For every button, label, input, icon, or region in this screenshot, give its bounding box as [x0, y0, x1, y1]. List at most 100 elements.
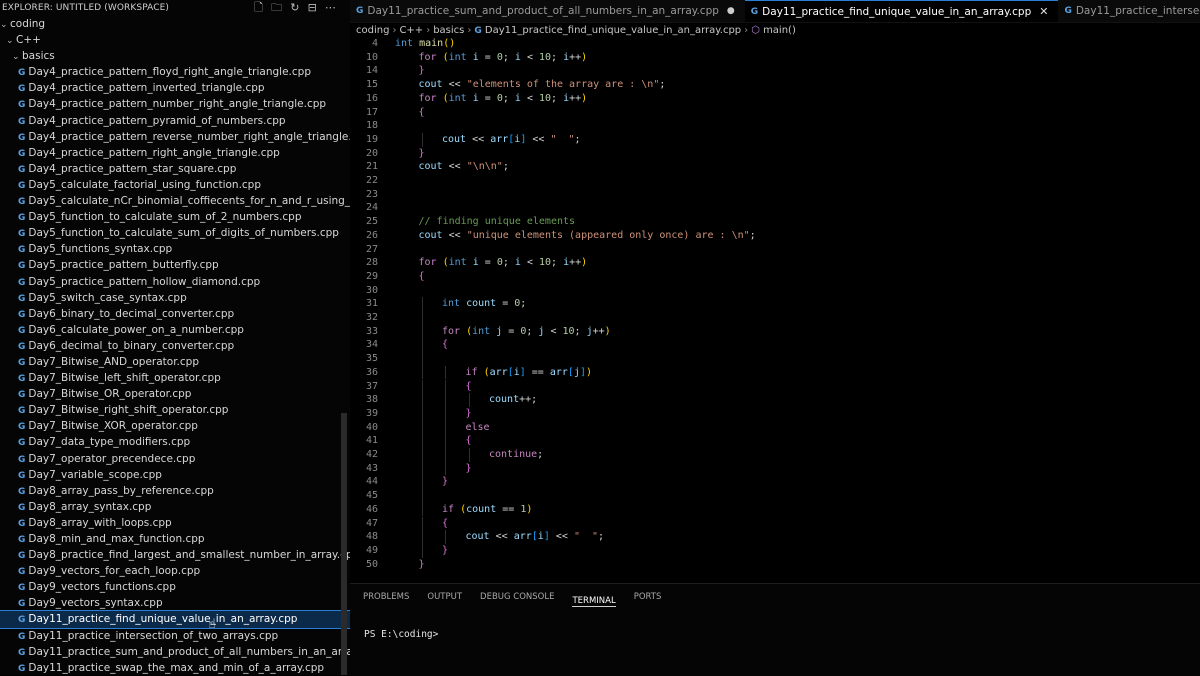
file-item[interactable]: G Day11_practice_sum_and_product_of_all_n…: [0, 644, 350, 660]
file-item[interactable]: G Day5_functions_syntax.cpp: [0, 241, 350, 257]
file-label: Day7_variable_scope.cpp: [28, 468, 162, 481]
code-line[interactable]: continue;: [489, 448, 543, 462]
file-item[interactable]: G Day11_practice_swap_the_max_and_min_of_…: [0, 660, 350, 675]
file-item[interactable]: G Day11_practice_find_unique_value_in_an_…: [0, 610, 350, 629]
file-item[interactable]: G Day4_practice_pattern_inverted_triangle…: [0, 80, 350, 96]
line-number: 39: [365, 407, 378, 419]
file-item[interactable]: G Day8_array_syntax.cpp: [0, 499, 350, 515]
file-item[interactable]: G Day11_practice_intersection_of_two_arra…: [0, 628, 350, 644]
breadcrumb-item[interactable]: main(): [763, 25, 796, 36]
file-item[interactable]: G Day9_vectors_functions.cpp: [0, 579, 350, 595]
file-item[interactable]: G Day4_practice_pattern_reverse_number_ri…: [0, 129, 350, 145]
new-folder-icon[interactable]: 🗀: [271, 0, 282, 16]
file-item[interactable]: G Day7_Bitwise_XOR_operator.cpp: [0, 418, 350, 434]
breadcrumb-item[interactable]: basics: [433, 25, 464, 36]
file-item[interactable]: G Day5_practice_pattern_hollow_diamond.cp…: [0, 274, 350, 290]
editor-tab[interactable]: GDay11_practice_intersection_of_two_arra…: [1058, 0, 1200, 22]
file-item[interactable]: G Day4_practice_pattern_pyramid_of_number…: [0, 113, 350, 129]
file-item[interactable]: G Day4_practice_pattern_floyd_right_angle…: [0, 64, 350, 80]
file-item[interactable]: G Day5_calculate_nCr_binomial_coffiecents…: [0, 193, 350, 209]
code-line[interactable]: {: [419, 270, 425, 284]
line-number: 50: [365, 558, 378, 570]
sidebar-scrollbar[interactable]: [341, 413, 347, 675]
code-line[interactable]: int main(): [395, 37, 455, 51]
close-icon[interactable]: ✕: [1039, 1, 1048, 22]
more-icon[interactable]: ⋯: [325, 0, 336, 16]
file-item[interactable]: G Day8_array_with_loops.cpp: [0, 515, 350, 531]
folder-cpp[interactable]: ⌄ C++: [0, 32, 350, 48]
panel-tab-debug-console[interactable]: DEBUG CONSOLE: [480, 584, 554, 610]
code-line[interactable]: for (int i = 0; i < 10; i++): [419, 256, 588, 270]
file-item[interactable]: G Day7_Bitwise_AND_operator.cpp: [0, 354, 350, 370]
code-line[interactable]: }: [466, 407, 472, 421]
file-item[interactable]: G Day6_binary_to_decimal_converter.cpp: [0, 306, 350, 322]
file-item[interactable]: G Day7_Bitwise_left_shift_operator.cpp: [0, 370, 350, 386]
code-line[interactable]: {: [466, 380, 472, 394]
file-item[interactable]: G Day5_switch_case_syntax.cpp: [0, 290, 350, 306]
file-label: Day8_array_with_loops.cpp: [28, 516, 172, 529]
code-line[interactable]: if (count == 1): [442, 503, 532, 517]
code-line[interactable]: cout << "unique elements (appeared only …: [419, 229, 756, 243]
code-line[interactable]: }: [419, 558, 425, 572]
code-line[interactable]: else: [466, 421, 490, 435]
code-line[interactable]: for (int i = 0; i < 10; i++): [419, 51, 588, 65]
code-line[interactable]: count++;: [489, 393, 537, 407]
code-line[interactable]: {: [442, 338, 448, 352]
code-line[interactable]: cout << arr[i] << " ";: [442, 133, 581, 147]
code-line[interactable]: }: [442, 475, 448, 489]
code-line[interactable]: {: [442, 517, 448, 531]
code-line[interactable]: for (int j = 0; j < 10; j++): [442, 325, 611, 339]
terminal-prompt[interactable]: PS E:\coding>: [364, 629, 438, 640]
file-item[interactable]: G Day7_Bitwise_OR_operator.cpp: [0, 386, 350, 402]
code-line[interactable]: for (int i = 0; i < 10; i++): [419, 92, 588, 106]
code-line[interactable]: {: [419, 106, 425, 120]
file-item[interactable]: G Day7_operator_precendece.cpp: [0, 451, 350, 467]
file-item[interactable]: G Day7_data_type_modifiers.cpp: [0, 434, 350, 450]
collapse-icon[interactable]: ⊟: [308, 0, 317, 16]
file-item[interactable]: G Day8_min_and_max_function.cpp: [0, 531, 350, 547]
folder-coding[interactable]: ⌄ coding: [0, 16, 350, 32]
breadcrumb-item[interactable]: Day11_practice_find_unique_value_in_an_a…: [485, 25, 741, 36]
panel-tab-ports[interactable]: PORTS: [634, 584, 662, 610]
file-item[interactable]: G Day5_calculate_factorial_using_function…: [0, 177, 350, 193]
folder-basics[interactable]: ⌄ basics: [0, 48, 350, 64]
file-item[interactable]: G Day7_Bitwise_right_shift_operator.cpp: [0, 402, 350, 418]
panel-tab-output[interactable]: OUTPUT: [427, 584, 462, 610]
code-line[interactable]: cout << "elements of the array are : \n"…: [419, 78, 666, 92]
panel-tab-terminal[interactable]: TERMINAL: [572, 588, 616, 607]
code-line[interactable]: int count = 0;: [442, 297, 526, 311]
file-item[interactable]: G Day4_practice_pattern_star_square.cpp: [0, 161, 350, 177]
file-item[interactable]: G Day8_array_pass_by_reference.cpp: [0, 483, 350, 499]
file-item[interactable]: G Day4_practice_pattern_right_angle_trian…: [0, 145, 350, 161]
file-item[interactable]: G Day8_practice_find_largest_and_smallest…: [0, 547, 350, 563]
file-item[interactable]: G Day6_decimal_to_binary_converter.cpp: [0, 338, 350, 354]
editor-tab[interactable]: G Day11_practice_find_unique_value_in_an_…: [744, 0, 1059, 22]
code-line[interactable]: }: [442, 544, 448, 558]
code-line[interactable]: }: [419, 64, 425, 78]
editor-tab[interactable]: G Day11_practice_sum_and_product_of_all_n…: [350, 0, 745, 22]
new-file-icon[interactable]: 🗋: [254, 0, 263, 16]
file-item[interactable]: G Day4_practice_pattern_number_right_angl…: [0, 96, 350, 112]
file-item[interactable]: G Day5_practice_pattern_butterfly.cpp: [0, 257, 350, 273]
file-item[interactable]: G Day6_calculate_power_on_a_number.cpp: [0, 322, 350, 338]
code-line[interactable]: cout << arr[i] << " ";: [466, 530, 605, 544]
file-item[interactable]: G Day5_function_to_calculate_sum_of_digit…: [0, 225, 350, 241]
code-line[interactable]: {: [466, 434, 472, 448]
code-line[interactable]: }: [466, 462, 472, 476]
code-line[interactable]: }: [419, 147, 425, 161]
breadcrumb-item[interactable]: coding: [356, 25, 389, 36]
file-item[interactable]: G Day7_variable_scope.cpp: [0, 467, 350, 483]
file-item[interactable]: G Day9_vectors_for_each_loop.cpp: [0, 563, 350, 579]
unsaved-dot-icon[interactable]: ●: [727, 0, 735, 22]
line-number: 26: [365, 229, 378, 241]
panel-tab-problems[interactable]: PROBLEMS: [363, 584, 409, 610]
file-item[interactable]: G Day9_vectors_syntax.cpp: [0, 595, 350, 611]
file-label: Day6_calculate_power_on_a_number.cpp: [28, 323, 244, 336]
breadcrumb-item[interactable]: C++: [399, 25, 423, 36]
refresh-icon[interactable]: ↻: [290, 0, 299, 16]
file-item[interactable]: G Day5_function_to_calculate_sum_of_2_num…: [0, 209, 350, 225]
code-editor[interactable]: 4 int main() 10 for (int i = 0; i < 10; i++…: [350, 37, 1200, 583]
code-line[interactable]: cout << "\n\n";: [419, 160, 509, 174]
code-line[interactable]: // finding unique elements: [419, 215, 576, 229]
code-line[interactable]: if (arr[i] == arr[j]): [466, 366, 593, 380]
